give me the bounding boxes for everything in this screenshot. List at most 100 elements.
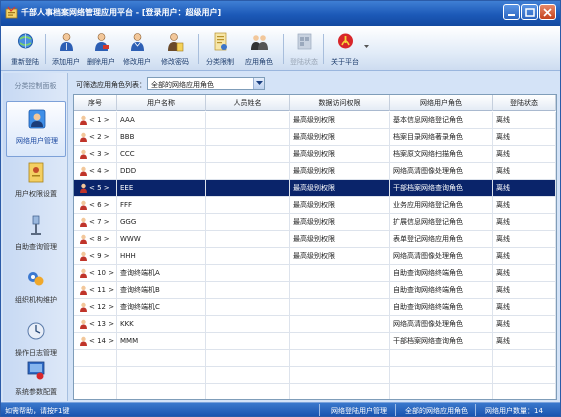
status-help: 如需帮助，请按F1键 [5,407,70,415]
app-window: 千部人事档案网络管理应用平台 - [登录用户：超级用户] 重新登陆 添加用户 删… [0,0,561,417]
dropdown-button[interactable] [253,78,264,89]
cell-name: CCC [117,146,206,162]
cell-person [206,214,290,230]
status-bar: 如需帮助，请按F1键 网络登陆用户管理 全部的网络应用角色 网络用户数量：14 [1,402,560,416]
cell-access [290,316,390,332]
cell-role: 网络高清图像处理角色 [390,316,493,332]
cell-status: 离线 [493,282,556,298]
cell-name: 查询终端机C [117,299,206,315]
user-icon [80,149,87,159]
status-divider [475,404,476,416]
table-row[interactable]: < 5 > EEE 最高级别权限 干部档案网络查询角色 离线 [74,180,556,197]
column-header[interactable]: 人员姓名 [206,95,290,111]
globe-icon [18,33,33,49]
column-header[interactable]: 数据访问权限 [290,95,390,111]
table-row[interactable]: < 10 > 查询终端机A 自助查询网络终端角色 离线 [74,265,556,282]
sidebar-item-system-config[interactable]: 系统参数配置 [6,353,66,409]
user-icon [80,115,87,125]
table-row[interactable]: < 4 > DDD 最高级别权限 网络高清图像处理角色 离线 [74,163,556,180]
sidebar-item-permissions[interactable]: 用户权限设置 [6,155,66,211]
column-header[interactable]: 网络用户角色 [390,95,493,111]
column-header[interactable]: 登陆状态 [493,95,556,111]
status-divider [395,404,396,416]
chevron-down-icon [256,81,263,85]
user-table: 序号 用户名称 人员姓名 数据访问权限 网络用户角色 登陆状态 < 1 > AAA… [73,94,557,400]
sidebar-item-self-query[interactable]: 自助查询管理 [6,208,66,264]
empty-cell [390,384,493,399]
table-row[interactable]: < 1 > AAA 最高级别权限 基本信息网络登记角色 离线 [74,112,556,129]
empty-cell [290,350,390,366]
close-button[interactable] [539,4,556,20]
sidebar-item-label: 用户权限设置 [15,190,57,198]
login-status-button[interactable]: 登陆状态 [284,29,324,69]
cell-person [206,180,290,196]
table-row[interactable]: < 3 > CCC 最高级别权限 档案原文网络扫描角色 离线 [74,146,556,163]
sidebar-header: 分类控制面板 [14,82,57,90]
login-status-icon [297,33,312,50]
column-header[interactable]: 用户名称 [117,95,206,111]
cell-name: GGG [117,214,206,230]
role-filter-select[interactable]: 全部的网络应用角色 [147,77,265,90]
cell-name: KKK [117,316,206,332]
cell-status: 离线 [493,265,556,281]
cell-person [206,163,290,179]
cell-person [206,112,290,128]
table-row[interactable]: < 6 > FFF 最高级别权限 业务应用网络登记角色 离线 [74,197,556,214]
cell-person [206,333,290,349]
cell-name: EEE [117,180,206,196]
cell-person [206,197,290,213]
category-limit-button[interactable]: 分类限制 [200,29,240,69]
toolbar-overflow-icon[interactable] [364,45,369,49]
table-row[interactable]: < 14 > MMM 干部档案网络查询角色 离线 [74,333,556,350]
cell-person [206,129,290,145]
sidebar: 分类控制面板 网络用户管理 用户权限设置 自助查询管理 组织机构维护 操作日志管… [3,73,68,401]
cell-name: FFF [117,197,206,213]
cell-name: 查询终端机B [117,282,206,298]
cell-access [290,299,390,315]
toolbar: 重新登陆 添加用户 删除用户 修改用户 修改密码 分类限制 应用角色 登陆状态 … [1,26,560,71]
maximize-button[interactable] [521,4,538,20]
app-logo-icon [5,6,18,19]
table-row[interactable]: < 9 > HHH 最高级别权限 网络高清图像处理角色 离线 [74,248,556,265]
log-icon [27,322,45,340]
sidebar-item-organization[interactable]: 组织机构维护 [6,261,66,317]
cell-role: 自助查询网络终端角色 [390,282,493,298]
empty-cell [390,367,493,383]
toolbar-label: 修改密码 [161,58,189,66]
cell-status: 离线 [493,333,556,349]
table-row[interactable]: < 8 > WWW 最高级别权限 表单登记网络应用角色 离线 [74,231,556,248]
table-row[interactable]: < 2 > BBB 最高级别权限 档案目录网络著录角色 离线 [74,129,556,146]
about-platform-button[interactable]: 关于平台 [325,29,365,69]
cell-person [206,282,290,298]
minimize-button[interactable] [503,4,520,20]
cell-role: 表单登记网络应用角色 [390,231,493,247]
cell-role: 自助查询网络终端角色 [390,265,493,281]
sidebar-item-label: 网络用户管理 [16,137,58,145]
role-filter-value: 全部的网络应用角色 [151,81,214,89]
column-header[interactable]: 序号 [74,95,117,111]
change-password-button[interactable]: 修改密码 [155,29,195,69]
role-filter-bar: 可筛选应用角色列表： 全部的网络应用角色 [69,73,559,93]
app-role-button[interactable]: 应用角色 [239,29,279,69]
permission-icon [28,162,44,183]
title-bar[interactable]: 千部人事档案网络管理应用平台 - [登录用户：超级用户] [1,1,560,26]
empty-row [74,350,556,367]
table-row[interactable]: < 11 > 查询终端机B 自助查询网络终端角色 离线 [74,282,556,299]
table-row[interactable]: < 7 > GGG 最高级别权限 扩展信息网络登记角色 离线 [74,214,556,231]
sidebar-item-network-users[interactable]: 网络用户管理 [6,101,66,157]
cell-status: 离线 [493,197,556,213]
toolbar-label: 关于平台 [331,58,359,66]
cell-status: 离线 [493,231,556,247]
relogin-button[interactable]: 重新登陆 [5,29,45,69]
user-icon [80,268,87,278]
cell-access [290,333,390,349]
toolbar-label: 应用角色 [245,58,273,66]
cell-role: 网络高清图像处理角色 [390,163,493,179]
self-query-icon [31,215,41,235]
sidebar-item-label: 自助查询管理 [15,243,57,251]
table-row[interactable]: < 12 > 查询终端机C 自助查询网络终端角色 离线 [74,299,556,316]
table-row[interactable]: < 13 > KKK 网络高清图像处理角色 离线 [74,316,556,333]
user-icon [80,285,87,295]
status-module: 网络登陆用户管理 [331,407,387,415]
user-icon [80,234,87,244]
